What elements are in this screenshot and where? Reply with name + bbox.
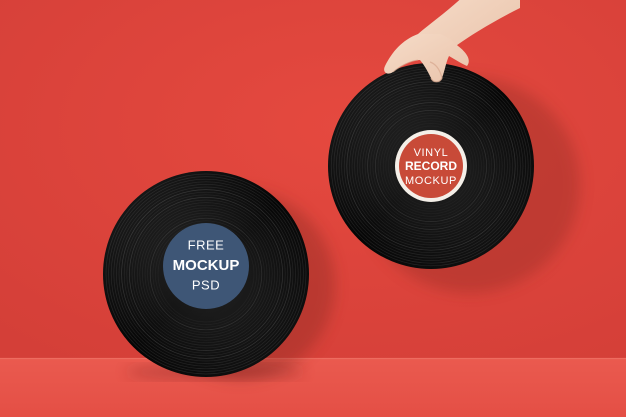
vinyl-record-left: FREE MOCKUP PSD [103, 171, 309, 377]
label-line-2: MOCKUP [173, 257, 240, 274]
label-line-1: VINYL [414, 147, 449, 159]
floor-surface [0, 358, 626, 417]
label-line-3: MOCKUP [405, 175, 457, 187]
label-line-1: FREE [188, 237, 225, 252]
scene-canvas: FREE MOCKUP PSD VINYL RECORD MOCKUP [0, 0, 626, 417]
photo-scene: FREE MOCKUP PSD VINYL RECORD MOCKUP [0, 0, 626, 417]
label-line-3: PSD [192, 277, 220, 292]
label-line-2: RECORD [405, 159, 457, 173]
vinyl-record-right: VINYL RECORD MOCKUP [328, 63, 534, 269]
